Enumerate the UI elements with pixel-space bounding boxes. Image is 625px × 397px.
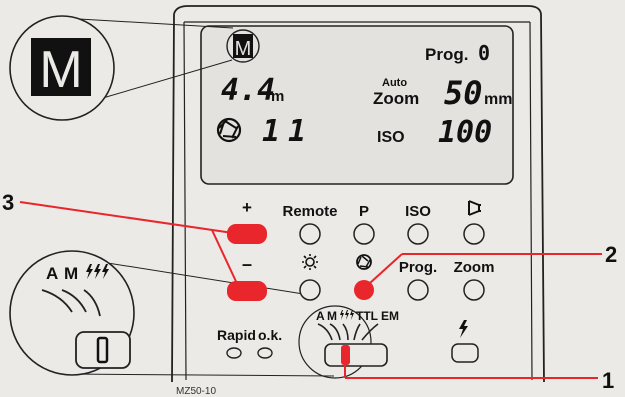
zoom-head-button[interactable]	[463, 223, 485, 245]
prog-button-label: Prog.	[399, 259, 437, 276]
lcd-distance-unit: m	[271, 88, 284, 105]
remote-button[interactable]	[299, 223, 321, 245]
rapid-label: Rapid	[217, 327, 256, 343]
p-button[interactable]	[353, 223, 375, 245]
iso-button[interactable]	[407, 223, 429, 245]
prog-button[interactable]	[407, 279, 429, 301]
lcd-prog-value: 0	[478, 41, 490, 65]
mode-switch-label-a: A	[316, 309, 325, 323]
switch-zoom-leader-bottom	[65, 373, 335, 377]
mode-switch-label-m: M	[327, 309, 337, 323]
callout-2: 2	[605, 242, 617, 267]
lcd-zoom-auto: Auto	[382, 77, 407, 89]
flash-bolt-icon	[459, 320, 468, 338]
minus-label: –	[242, 254, 252, 274]
switch-zoom-knob	[96, 336, 109, 364]
zoom-button[interactable]	[463, 279, 485, 301]
ok-indicator	[257, 347, 273, 359]
lcd-zoom-value: 50	[444, 74, 483, 112]
iso-button-label: ISO	[405, 203, 431, 220]
sun-button[interactable]	[299, 279, 321, 301]
lcd-mode-letter: M	[235, 38, 252, 60]
callout-3: 3	[2, 190, 14, 215]
figure-id: MZ50-10	[176, 386, 216, 397]
lcd-distance-value: 4.4	[221, 73, 275, 108]
rapid-indicator	[226, 347, 242, 359]
zoom-button-label: Zoom	[454, 259, 495, 276]
ok-label: o.k.	[258, 327, 282, 343]
plus-label: +	[242, 198, 252, 217]
sun-icon	[302, 254, 318, 270]
lcd-zoom-label: Zoom	[373, 89, 419, 108]
remote-label: Remote	[282, 203, 337, 220]
mode-switch-label-em: EM	[381, 309, 399, 323]
mode-switch-label-ttl: TTL	[356, 309, 378, 323]
mode-switch-ticks	[317, 323, 379, 341]
lcd-aperture-value: 11	[262, 114, 314, 149]
plus-button[interactable]	[227, 224, 267, 244]
lcd-zoom-unit: mm	[484, 91, 512, 108]
mode-zoom-letter: M	[39, 41, 82, 99]
flash-back-panel-diagram: M A M M Prog. 0 4.4 m Auto Zoom 50 mm 11…	[2, 5, 617, 397]
callout-2-line	[369, 253, 403, 284]
flash-test-button[interactable]	[451, 343, 479, 363]
zoom-head-icon	[468, 200, 481, 216]
switch-zoom-label-m: M	[64, 264, 78, 283]
p-label: P	[359, 203, 369, 220]
callout-3-line-a	[19, 201, 234, 234]
lcd-prog-label: Prog.	[425, 45, 468, 64]
mode-switch-slot	[324, 343, 388, 367]
aperture-small-icon	[356, 254, 372, 270]
minus-button[interactable]	[227, 281, 267, 301]
multi-flash-small-icon	[340, 310, 354, 320]
lcd-iso-label: ISO	[377, 129, 405, 146]
lcd-iso-value: 100	[438, 115, 492, 150]
switch-zoom-label-a: A	[46, 264, 58, 283]
callout-1: 1	[602, 368, 614, 393]
